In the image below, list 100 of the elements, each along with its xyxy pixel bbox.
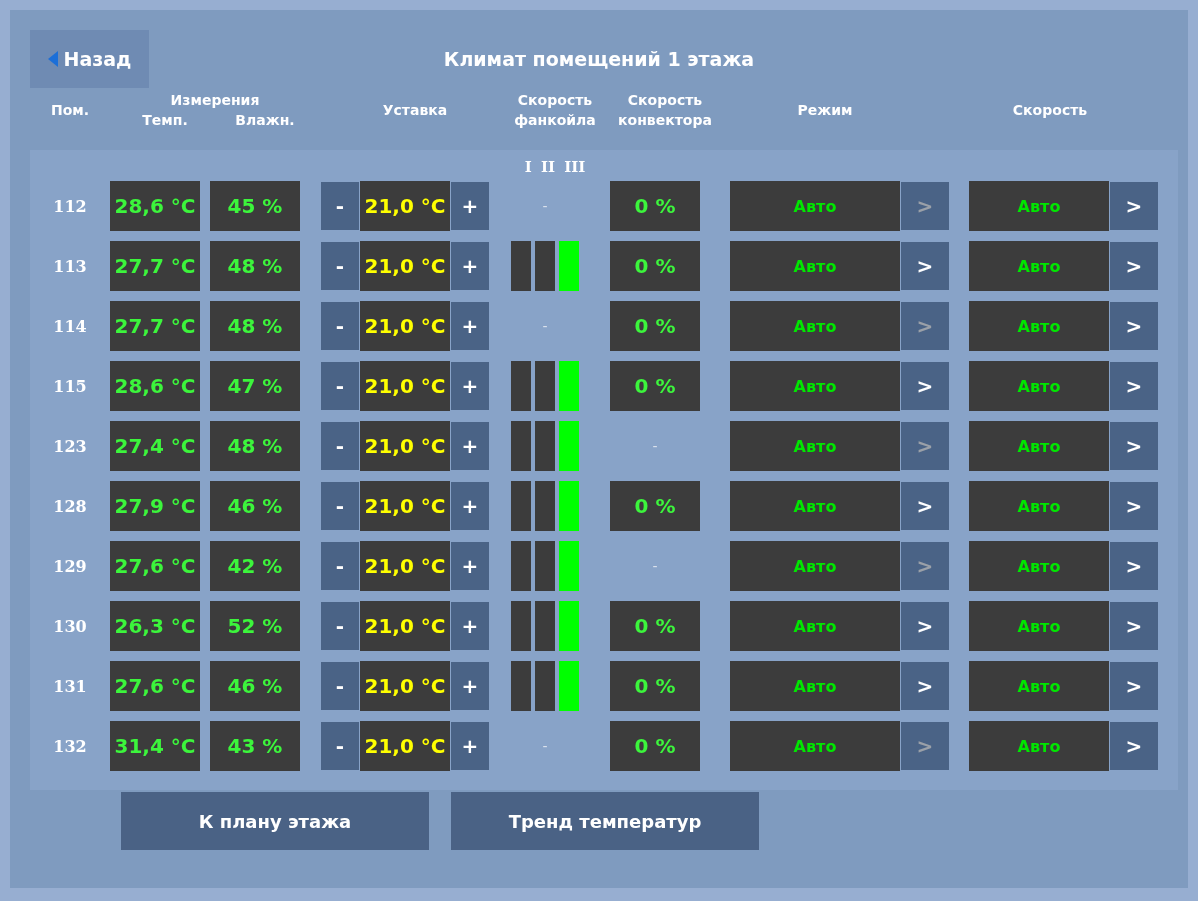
setpoint-display: 21,0 °C <box>360 661 450 711</box>
speed-display: Авто <box>969 541 1109 591</box>
column-header: Скорость конвектора <box>618 91 712 130</box>
mode-next-button[interactable]: > <box>901 602 949 650</box>
speed-display: Авто <box>969 181 1109 231</box>
speed-next-button[interactable]: > <box>1110 662 1158 710</box>
speed-next-button[interactable]: > <box>1110 722 1158 770</box>
increase-button[interactable]: + <box>451 182 489 230</box>
temperature-display: 27,6 °C <box>110 541 200 591</box>
room-number: 129 <box>53 556 87 576</box>
increase-button[interactable]: + <box>451 242 489 290</box>
speed-display: Авто <box>969 661 1109 711</box>
humidity-display: 48 % <box>210 421 300 471</box>
temperature-display: 27,4 °C <box>110 421 200 471</box>
temperature-display: 27,7 °C <box>110 301 200 351</box>
decrease-button[interactable]: - <box>321 422 359 470</box>
setpoint-display: 21,0 °C <box>360 301 450 351</box>
mode-display: Авто <box>730 661 900 711</box>
humidity-display: 52 % <box>210 601 300 651</box>
convector-speed-display: 0 % <box>610 241 700 291</box>
decrease-button[interactable]: - <box>321 662 359 710</box>
decrease-button[interactable]: - <box>321 242 359 290</box>
navigation-button[interactable]: Тренд температур <box>451 792 759 850</box>
room-number: 114 <box>53 316 87 336</box>
speed-display: Авто <box>969 421 1109 471</box>
temperature-display: 28,6 °C <box>110 361 200 411</box>
room-number: 132 <box>53 736 87 756</box>
speed-next-button[interactable]: > <box>1110 602 1158 650</box>
room-number: 115 <box>53 376 87 396</box>
setpoint-display: 21,0 °C <box>360 361 450 411</box>
room-number: 123 <box>53 436 87 456</box>
column-header: Пом. <box>50 101 90 120</box>
mode-next-button[interactable]: > <box>901 242 949 290</box>
back-button[interactable]: Назад <box>30 30 149 88</box>
column-header: Влажн. <box>235 111 295 130</box>
mode-display: Авто <box>730 421 900 471</box>
increase-button[interactable]: + <box>451 602 489 650</box>
no-value-dash: - <box>652 438 658 454</box>
speed-next-button[interactable]: > <box>1110 242 1158 290</box>
convector-speed-display: 0 % <box>610 181 700 231</box>
increase-button[interactable]: + <box>451 662 489 710</box>
speed-next-button[interactable]: > <box>1110 182 1158 230</box>
decrease-button[interactable]: - <box>321 302 359 350</box>
screen-title: Климат помещений 1 этажа <box>442 48 756 70</box>
decrease-button[interactable]: - <box>321 482 359 530</box>
no-value-dash: - <box>652 558 658 574</box>
room-number: 112 <box>53 196 87 216</box>
mode-display: Авто <box>730 601 900 651</box>
speed-next-button[interactable]: > <box>1110 302 1158 350</box>
column-header: Скорость фанкойла <box>514 91 596 130</box>
setpoint-display: 21,0 °C <box>360 241 450 291</box>
speed-next-button[interactable]: > <box>1110 482 1158 530</box>
convector-speed-display: 0 % <box>610 721 700 771</box>
temperature-display: 31,4 °C <box>110 721 200 771</box>
column-header: Скорость <box>1012 101 1088 120</box>
mode-display: Авто <box>730 541 900 591</box>
fan-stage-label: II <box>540 157 555 176</box>
increase-button[interactable]: + <box>451 542 489 590</box>
decrease-button[interactable]: - <box>321 542 359 590</box>
temperature-display: 27,9 °C <box>110 481 200 531</box>
speed-display: Авто <box>969 241 1109 291</box>
decrease-button[interactable]: - <box>321 602 359 650</box>
humidity-display: 46 % <box>210 661 300 711</box>
setpoint-display: 21,0 °C <box>360 481 450 531</box>
mode-next-button[interactable]: > <box>901 482 949 530</box>
navigation-button[interactable]: К плану этажа <box>121 792 429 850</box>
humidity-display: 48 % <box>210 241 300 291</box>
speed-display: Авто <box>969 721 1109 771</box>
column-header: Режим <box>797 101 853 120</box>
decrease-button[interactable]: - <box>321 722 359 770</box>
speed-display: Авто <box>969 361 1109 411</box>
mode-display: Авто <box>730 481 900 531</box>
setpoint-display: 21,0 °C <box>360 181 450 231</box>
increase-button[interactable]: + <box>451 722 489 770</box>
humidity-display: 47 % <box>210 361 300 411</box>
column-header: Темп. <box>142 111 188 130</box>
speed-display: Авто <box>969 481 1109 531</box>
mode-display: Авто <box>730 301 900 351</box>
humidity-display: 43 % <box>210 721 300 771</box>
increase-button[interactable]: + <box>451 422 489 470</box>
increase-button[interactable]: + <box>451 482 489 530</box>
decrease-button[interactable]: - <box>321 182 359 230</box>
decrease-button[interactable]: - <box>321 362 359 410</box>
column-header: Измерения <box>170 91 260 110</box>
temperature-display: 26,3 °C <box>110 601 200 651</box>
speed-next-button[interactable]: > <box>1110 362 1158 410</box>
increase-button[interactable]: + <box>451 302 489 350</box>
mode-display: Авто <box>730 241 900 291</box>
temperature-display: 27,6 °C <box>110 661 200 711</box>
increase-button[interactable]: + <box>451 362 489 410</box>
convector-speed-display: 0 % <box>610 301 700 351</box>
mode-next-button[interactable]: > <box>901 362 949 410</box>
speed-next-button[interactable]: > <box>1110 422 1158 470</box>
convector-speed-display: 0 % <box>610 661 700 711</box>
setpoint-display: 21,0 °C <box>360 421 450 471</box>
speed-next-button[interactable]: > <box>1110 542 1158 590</box>
room-number: 128 <box>53 496 87 516</box>
room-number: 131 <box>53 676 87 696</box>
fan-stage-label: I <box>524 157 532 176</box>
mode-next-button[interactable]: > <box>901 662 949 710</box>
